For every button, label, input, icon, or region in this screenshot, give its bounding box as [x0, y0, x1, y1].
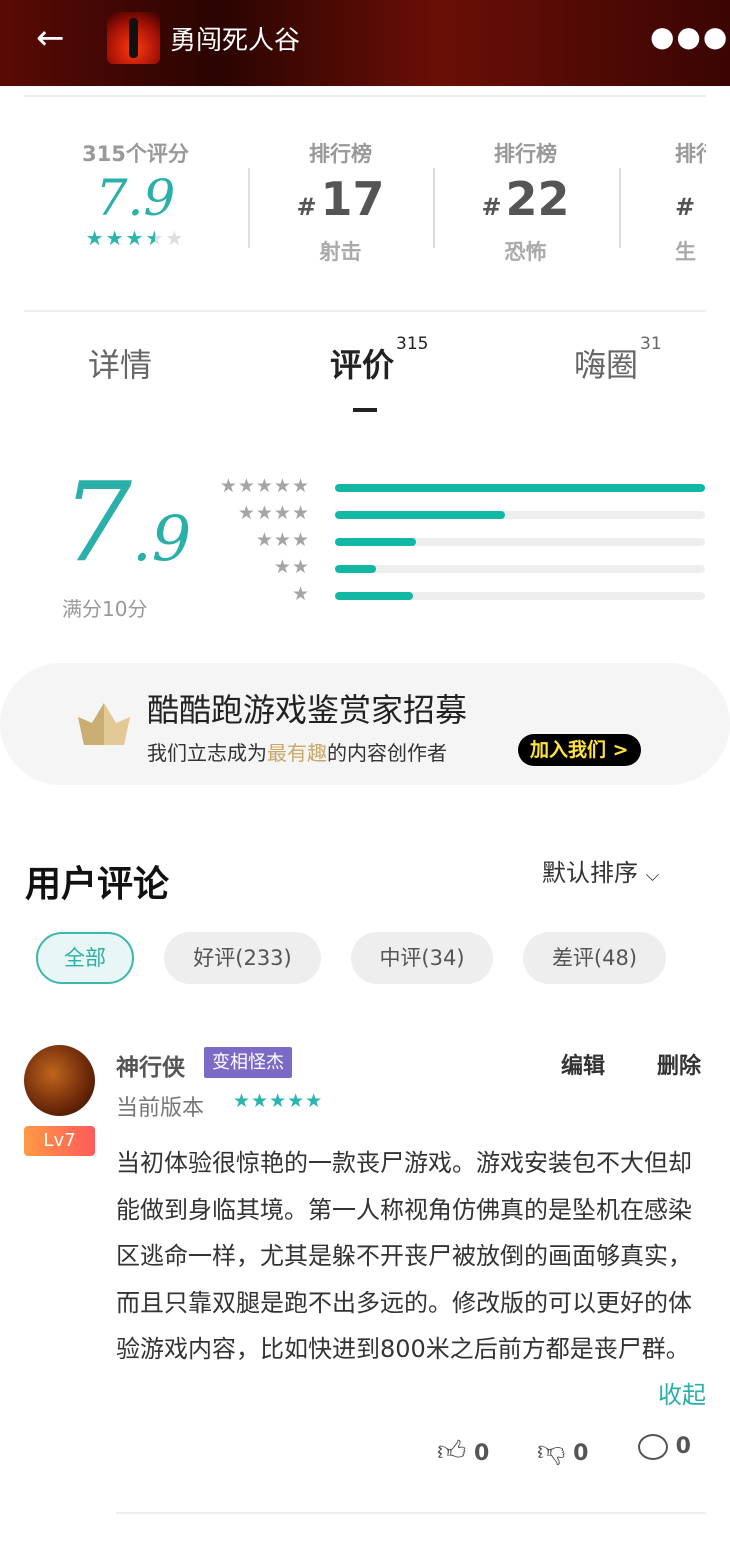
- collapse-link[interactable]: 收起: [650, 1375, 706, 1410]
- tab-count: 31: [640, 334, 662, 354]
- comment-stars: ★★★★★: [233, 1090, 324, 1112]
- tab-label: 详情: [88, 346, 153, 384]
- rank-category: 恐怖: [504, 240, 547, 264]
- version-label: 当前版本: [116, 1096, 205, 1121]
- rank-category: 生: [675, 240, 696, 264]
- hash: #: [481, 193, 502, 221]
- star-icons: ★: [291, 583, 310, 605]
- score: 7.9: [95, 169, 176, 227]
- big-score: 7.9: [62, 462, 191, 599]
- like-count: 0: [473, 1441, 490, 1466]
- dislike-button[interactable]: 👎︎ 0: [537, 1434, 588, 1468]
- thumbs-down-icon: 👎︎: [537, 1434, 566, 1467]
- banner-subtitle: 我们立志成为最有趣的内容创作者: [147, 737, 447, 766]
- comment-text: 当初体验很惊艳的一款丧尸游戏。游戏安装包不大但却能做到身临其境。第一人称视角仿佛…: [116, 1149, 692, 1363]
- divider: [24, 95, 706, 97]
- bar-fill: [335, 538, 417, 546]
- rating-bar-3-star: ★★★: [190, 529, 705, 552]
- sub-highlight: 最有趣: [267, 741, 327, 765]
- tab-count: 315: [396, 334, 429, 354]
- star-icons: ★★★: [255, 529, 310, 551]
- arrow-left-icon: ←: [36, 18, 65, 58]
- crown-icon: [78, 703, 130, 745]
- tab-label: 评价: [330, 346, 395, 384]
- rank-category: 射击: [319, 240, 362, 264]
- thumbs-up-icon: 👍︎: [437, 1434, 467, 1467]
- username[interactable]: 神行侠: [116, 1048, 185, 1082]
- rank-shooting[interactable]: 排行榜 #17 射击: [248, 138, 433, 266]
- delete-button[interactable]: 删除: [657, 1048, 701, 1080]
- star-icons: ★★★★★: [219, 475, 310, 497]
- rank-label: 排行榜: [675, 142, 706, 166]
- rank-survival[interactable]: 排行榜 # 生: [620, 138, 706, 266]
- bar-track: [335, 511, 705, 519]
- divider: [116, 1512, 706, 1514]
- recruit-banner[interactable]: 酷酷跑游戏鉴赏家招募 我们立志成为最有趣的内容创作者 加入我们 >: [0, 663, 730, 785]
- sort-dropdown[interactable]: 默认排序 ⌵: [542, 853, 659, 888]
- tab-indicator: [353, 408, 377, 412]
- rating-bar-4-star: ★★★★: [190, 502, 705, 525]
- back-button[interactable]: ←: [36, 18, 76, 58]
- rating-bar-2-star: ★★: [190, 556, 705, 579]
- filter-neutral[interactable]: 中评(34): [351, 932, 493, 984]
- bar-track: [335, 484, 705, 492]
- section-title: 用户评论: [25, 864, 170, 905]
- chevron-down-icon: ⌵: [645, 865, 660, 886]
- page-title: 勇闯死人谷: [170, 26, 301, 56]
- reply-count: 0: [675, 1434, 691, 1459]
- sub-text: 的内容创作者: [327, 741, 447, 765]
- rank-label: 排行榜: [494, 142, 557, 166]
- edit-button[interactable]: 编辑: [561, 1048, 605, 1080]
- rating-count: 315个评分: [82, 142, 189, 166]
- bar-track: [335, 565, 705, 573]
- rating-summary[interactable]: 315个评分 7.9 ★★★★★: [43, 138, 228, 250]
- reply-button[interactable]: 0: [638, 1434, 691, 1460]
- user-title-badge: 变相怪杰: [204, 1047, 292, 1078]
- star-icons: ★★: [273, 556, 310, 578]
- bar-fill: [335, 592, 413, 600]
- rank-label: 排行榜: [309, 142, 372, 166]
- hash: #: [675, 193, 696, 221]
- game-icon: [107, 12, 160, 64]
- bar-fill: [335, 484, 705, 492]
- tab-community[interactable]: 嗨圈31: [574, 334, 662, 386]
- rank-number: 17: [320, 172, 385, 226]
- max-score-label: 满分10分: [62, 597, 148, 621]
- tab-details[interactable]: 详情: [88, 340, 152, 386]
- divider: [24, 310, 706, 312]
- rating-bar-1-star: ★: [190, 583, 705, 606]
- filter-all[interactable]: 全部: [36, 932, 134, 984]
- level-badge: Lv7: [24, 1126, 95, 1156]
- sub-text: 我们立志成为: [147, 741, 267, 765]
- filter-positive[interactable]: 好评(233): [164, 932, 321, 984]
- rating-bar-5-star: ★★★★★: [190, 475, 705, 498]
- filter-negative[interactable]: 差评(48): [523, 932, 666, 984]
- join-button[interactable]: 加入我们 >: [518, 734, 641, 766]
- dislike-count: 0: [573, 1441, 589, 1466]
- bar-track: [335, 538, 705, 546]
- bar-fill: [335, 511, 506, 519]
- score-int: 7: [62, 458, 132, 586]
- tab-label: 嗨圈: [574, 346, 639, 384]
- hash: #: [296, 193, 317, 221]
- score-dec: .9: [132, 502, 192, 575]
- star-icons: ★★★★: [237, 502, 310, 524]
- rank-number: 22: [505, 172, 570, 226]
- rank-horror[interactable]: 排行榜 #22 恐怖: [433, 138, 618, 266]
- star-rating: ★★★★★: [85, 226, 186, 250]
- bar-track: [335, 592, 705, 600]
- like-button[interactable]: 👍︎ 0: [437, 1434, 489, 1468]
- avatar[interactable]: [24, 1045, 95, 1116]
- bar-fill: [335, 565, 376, 573]
- tab-reviews[interactable]: 评价315: [330, 334, 428, 386]
- sort-label: 默认排序: [542, 859, 638, 887]
- banner-title: 酷酷跑游戏鉴赏家招募: [147, 691, 468, 729]
- comment-icon: [638, 1434, 668, 1460]
